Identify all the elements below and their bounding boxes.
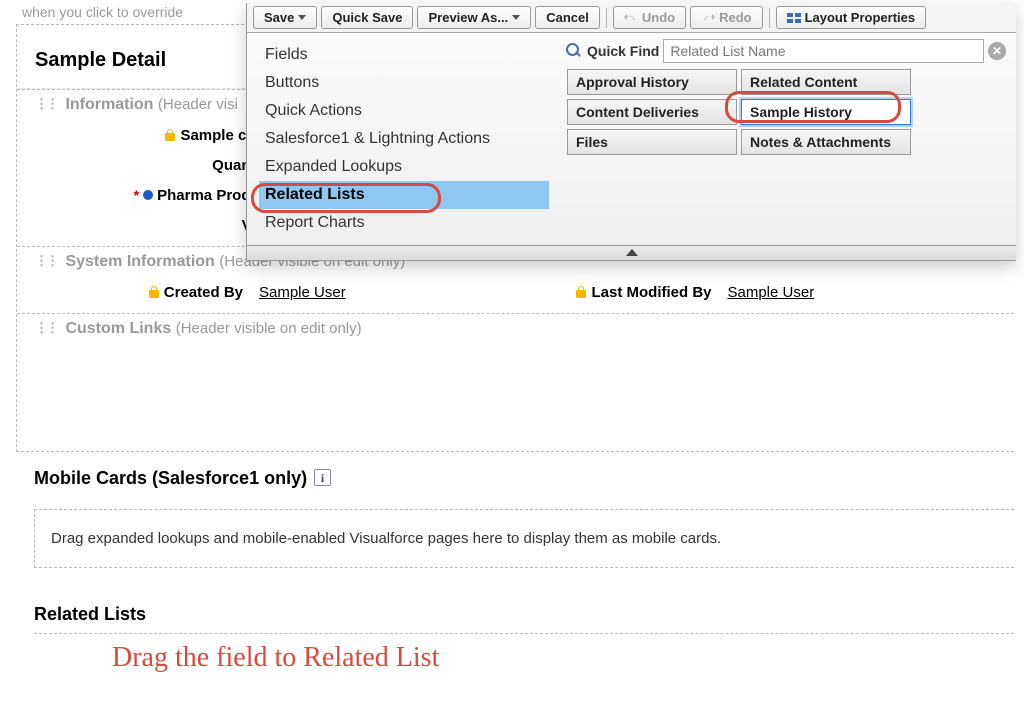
mobile-cards-header: Mobile Cards (Salesforce1 only) bbox=[34, 468, 307, 488]
field-last-modified-by[interactable]: Last Modified By Sample User bbox=[516, 277, 1015, 307]
cancel-button[interactable]: Cancel bbox=[535, 6, 600, 29]
layout-editor-palette: Save Quick Save Preview As... Cancel Und… bbox=[246, 3, 1016, 261]
related-list-grid: Approval HistoryRelated ContentContent D… bbox=[557, 67, 1016, 163]
quick-find-label: Quick Find bbox=[587, 43, 659, 59]
lock-icon bbox=[164, 128, 176, 142]
separator bbox=[606, 8, 607, 28]
layout-properties-button[interactable]: Layout Properties bbox=[776, 6, 927, 29]
info-icon[interactable]: i bbox=[314, 469, 331, 486]
field-created-by[interactable]: Created By Sample User bbox=[17, 277, 516, 307]
palette-category-item[interactable]: Expanded Lookups bbox=[259, 153, 549, 181]
created-by-link[interactable]: Sample User bbox=[259, 284, 346, 301]
mobile-cards-section: Mobile Cards (Salesforce1 only) i Drag e… bbox=[16, 450, 1014, 568]
redo-button[interactable]: Redo bbox=[690, 6, 763, 29]
palette-category-item[interactable]: Fields bbox=[259, 41, 549, 69]
palette-category-item[interactable]: Quick Actions bbox=[259, 97, 549, 125]
section-information-hint: (Header visi bbox=[158, 96, 238, 113]
section-custom-links[interactable]: ⋮⋮ Custom Links (Header visible on edit … bbox=[17, 313, 1014, 357]
palette-category-list: FieldsButtonsQuick ActionsSalesforce1 & … bbox=[247, 33, 557, 245]
annotation-drag-help: Drag the field to Related List bbox=[16, 634, 1014, 674]
quick-save-button[interactable]: Quick Save bbox=[321, 6, 413, 29]
drag-handle-icon[interactable]: ⋮⋮ bbox=[35, 320, 57, 336]
separator bbox=[769, 8, 770, 28]
related-list-chip[interactable]: Files bbox=[567, 129, 737, 155]
clear-search-icon[interactable]: ✕ bbox=[988, 42, 1006, 60]
palette-picker-column: Quick Find ✕ Approval HistoryRelated Con… bbox=[557, 33, 1016, 245]
related-list-chip[interactable]: Approval History bbox=[567, 69, 737, 95]
related-lists-header: Related Lists bbox=[16, 594, 1014, 633]
truncated-top-text: when you click to override bbox=[18, 0, 187, 24]
preview-as-button[interactable]: Preview As... bbox=[417, 6, 531, 29]
quick-find-input[interactable] bbox=[663, 39, 984, 63]
required-star-icon: * bbox=[134, 187, 139, 203]
undo-icon bbox=[624, 12, 638, 24]
related-list-chip[interactable]: Notes & Attachments bbox=[741, 129, 911, 155]
undo-button[interactable]: Undo bbox=[613, 6, 686, 29]
blue-dot-icon bbox=[143, 190, 153, 200]
chevron-down-icon bbox=[298, 15, 306, 20]
section-information-title: Information bbox=[65, 96, 153, 113]
palette-category-item[interactable]: Report Charts bbox=[259, 209, 549, 237]
mobile-cards-drop-area[interactable]: Drag expanded lookups and mobile-enabled… bbox=[34, 509, 1014, 568]
related-list-chip[interactable]: Content Deliveries bbox=[567, 99, 737, 125]
chevron-down-icon bbox=[512, 15, 520, 20]
layout-grid-icon bbox=[787, 13, 801, 23]
section-custom-links-hint: (Header visible on edit only) bbox=[176, 320, 362, 337]
last-modified-by-link[interactable]: Sample User bbox=[728, 284, 815, 301]
lock-icon bbox=[148, 285, 160, 299]
lock-icon bbox=[575, 285, 587, 299]
section-custom-links-title: Custom Links bbox=[65, 320, 171, 337]
section-sysinfo-title: System Information bbox=[65, 253, 214, 270]
search-icon bbox=[565, 42, 583, 60]
chevron-up-icon bbox=[626, 249, 638, 256]
related-list-chip[interactable]: Sample History bbox=[741, 99, 911, 125]
palette-category-item[interactable]: Buttons bbox=[259, 69, 549, 97]
palette-collapse-handle[interactable] bbox=[247, 246, 1016, 260]
drag-handle-icon[interactable]: ⋮⋮ bbox=[35, 96, 57, 112]
palette-category-item[interactable]: Related Lists bbox=[259, 181, 549, 209]
palette-category-item[interactable]: Salesforce1 & Lightning Actions bbox=[259, 125, 549, 153]
drag-handle-icon[interactable]: ⋮⋮ bbox=[35, 253, 57, 269]
save-button[interactable]: Save bbox=[253, 6, 317, 29]
related-lists-section: Related Lists Drag the field to Related … bbox=[16, 594, 1014, 674]
related-list-chip[interactable]: Related Content bbox=[741, 69, 911, 95]
redo-icon bbox=[701, 12, 715, 24]
palette-toolbar: Save Quick Save Preview As... Cancel Und… bbox=[247, 3, 1016, 33]
